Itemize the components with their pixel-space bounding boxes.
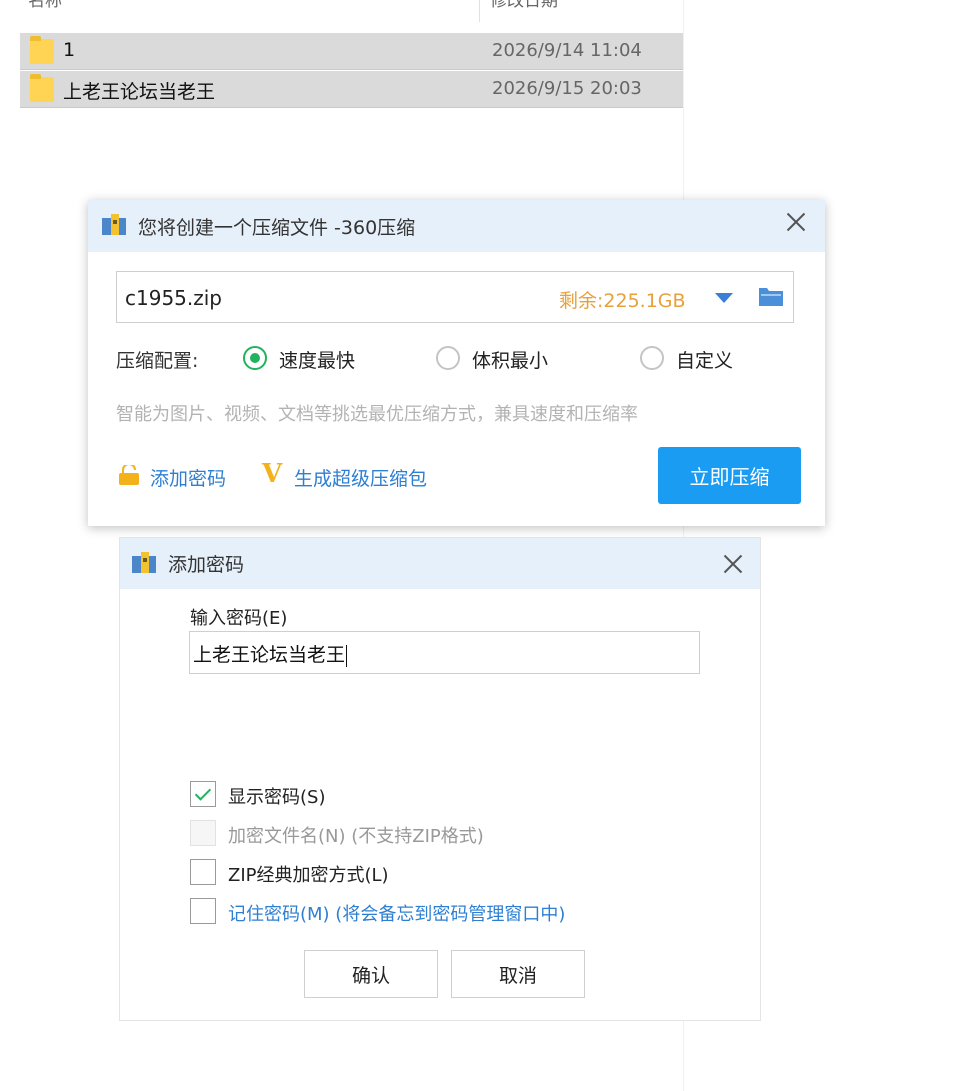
file-row[interactable]: 上老王论坛当老王 2026/9/15 20:03 (20, 71, 683, 108)
show-password-label[interactable]: 显示密码(S) (228, 783, 325, 809)
archive-path-field[interactable]: c1955.zip 剩余:225.1GB (116, 271, 794, 323)
file-name: 1 (63, 39, 76, 61)
dialog-titlebar[interactable]: 您将创建一个压缩文件 -360压缩 (88, 200, 825, 252)
encrypt-filenames-label: 加密文件名(N) (不支持ZIP格式) (228, 826, 484, 847)
file-name: 上老王论坛当老王 (63, 81, 216, 103)
close-icon[interactable] (721, 552, 745, 576)
encrypt-filenames-checkbox (190, 820, 216, 846)
dialog-titlebar[interactable]: 添加密码 (120, 538, 760, 589)
super-package-link[interactable]: 生成超级压缩包 (294, 464, 427, 491)
super-package-icon[interactable]: V (262, 459, 282, 489)
password-value[interactable]: 上老王论坛当老王 (193, 640, 348, 667)
compression-hint: 智能为图片、视频、文档等挑选最优压缩方式，兼具速度和压缩率 (116, 404, 638, 425)
add-password-link[interactable]: 添加密码 (150, 464, 226, 491)
file-date: 2026/9/14 11:04 (492, 40, 642, 61)
column-header-name[interactable]: 名称 (28, 0, 62, 11)
chevron-down-icon[interactable] (715, 293, 733, 303)
radio-label-size[interactable]: 体积最小 (472, 346, 548, 373)
radio-label-speed[interactable]: 速度最快 (279, 346, 355, 373)
folder-icon (30, 74, 54, 102)
archive-app-icon (132, 552, 156, 573)
confirm-button[interactable]: 确认 (304, 950, 438, 998)
compress-now-button[interactable]: 立即压缩 (658, 447, 801, 504)
close-icon[interactable] (784, 210, 808, 234)
archive-app-icon (102, 214, 126, 235)
create-archive-dialog: 您将创建一个压缩文件 -360压缩 c1955.zip 剩余:225.1GB 压… (88, 200, 825, 526)
zip-classic-checkbox[interactable] (190, 859, 216, 885)
archive-filename[interactable]: c1955.zip (125, 286, 222, 310)
radio-speed-fastest[interactable] (243, 346, 267, 370)
radio-label-custom[interactable]: 自定义 (676, 346, 733, 373)
remember-password-label[interactable]: 记住密码(M) (将会备忘到密码管理窗口中) (228, 900, 565, 926)
lock-icon[interactable] (118, 465, 140, 485)
free-space-label: 剩余:225.1GB (559, 290, 686, 312)
file-date: 2026/9/15 20:03 (492, 78, 642, 99)
radio-size-smallest[interactable] (436, 346, 460, 370)
show-password-checkbox[interactable] (190, 781, 216, 807)
column-header-separator[interactable] (479, 0, 480, 22)
dialog-title: 您将创建一个压缩文件 -360压缩 (138, 217, 416, 239)
password-input-label: 输入密码(E) (190, 608, 288, 629)
dialog-title: 添加密码 (168, 554, 245, 576)
radio-custom[interactable] (640, 346, 664, 370)
column-header-date[interactable]: 修改日期 (490, 0, 558, 11)
file-row[interactable]: 1 2026/9/14 11:04 (20, 33, 683, 70)
compress-config-label: 压缩配置: (116, 350, 199, 372)
folder-browse-icon[interactable] (759, 286, 783, 306)
remember-password-checkbox[interactable] (190, 898, 216, 924)
folder-icon (30, 36, 54, 64)
add-password-dialog: 添加密码 输入密码(E) 上老王论坛当老王 显示密码(S) 加密文件名(N) (… (119, 537, 761, 1021)
zip-classic-label[interactable]: ZIP经典加密方式(L) (228, 861, 389, 887)
cancel-button[interactable]: 取消 (451, 950, 585, 998)
password-field[interactable]: 上老王论坛当老王 (189, 631, 700, 674)
